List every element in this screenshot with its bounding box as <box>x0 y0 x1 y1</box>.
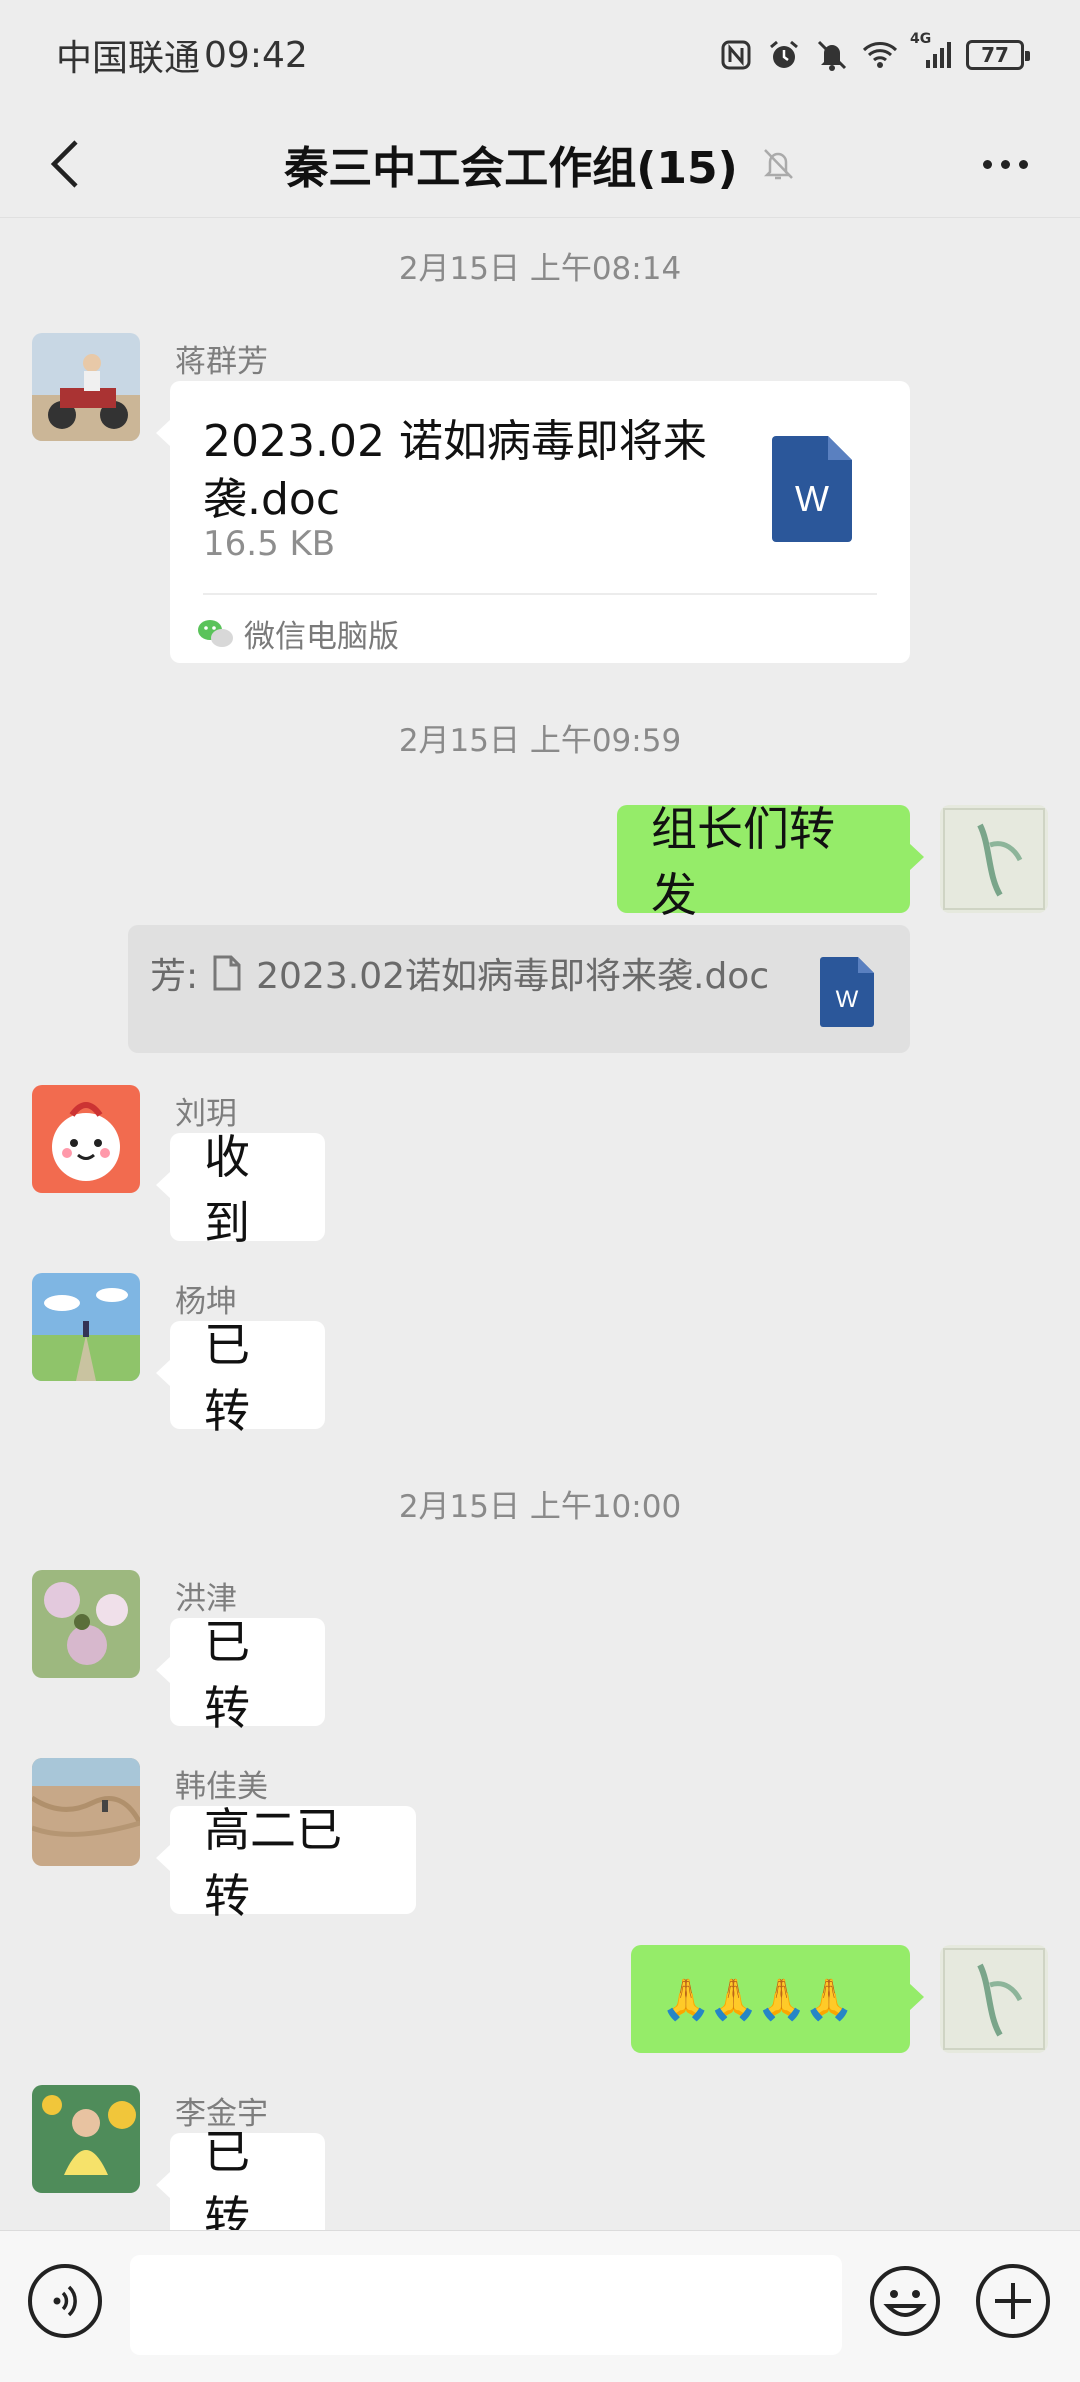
plus-icon <box>995 2283 1031 2319</box>
emoji-button[interactable] <box>868 2264 942 2338</box>
timestamp: 2月15日 上午10:00 <box>398 1489 682 1525</box>
avatar[interactable] <box>32 1085 140 1193</box>
word-doc-icon: W <box>820 957 874 1027</box>
signal-icon: 4G <box>910 31 954 73</box>
svg-text:W: W <box>836 986 859 1013</box>
sender-name: 蒋群芳 <box>175 344 268 380</box>
emoji-icon <box>870 2266 940 2336</box>
message-bubble[interactable]: 收到 <box>156 1130 325 1250</box>
battery-level: 77 <box>981 43 1009 67</box>
wechat-icon <box>198 619 233 647</box>
file-size: 16.5 KB <box>203 524 336 564</box>
quoted-message[interactable]: 芳: 2023.02诺如病毒即将来袭.doc W <box>128 925 910 1053</box>
file-source: 微信电脑版 <box>196 611 399 656</box>
svg-text:W: W <box>795 478 829 519</box>
my-avatar[interactable] <box>940 1945 1048 2053</box>
status-left: 中国联通 09:42 <box>56 29 308 81</box>
file-message-card[interactable]: 2023.02 诺如病毒即将来袭.doc 16.5 KB W 微信电脑版 <box>156 381 910 663</box>
clock: 09:42 <box>204 34 308 76</box>
avatar[interactable] <box>32 2085 140 2193</box>
chat-screen: 中国联通 09:42 4G 77 秦三中工会工作组(15) 2月15日 上午08… <box>0 0 1080 2382</box>
timestamp: 2月15日 上午08:14 <box>398 251 682 287</box>
avatar[interactable] <box>32 1273 140 1381</box>
file-outline-icon <box>213 955 241 991</box>
input-bar <box>0 2230 1080 2382</box>
my-avatar[interactable] <box>940 805 1048 913</box>
mute-icon <box>814 37 850 73</box>
carrier-name: 中国联通 <box>56 38 201 79</box>
voice-button[interactable] <box>28 2264 102 2338</box>
wifi-icon <box>862 37 898 73</box>
chat-title[interactable]: 秦三中工会工作组(15) <box>284 132 795 196</box>
word-doc-icon: W <box>772 436 852 542</box>
message-bubble[interactable]: 已转 <box>156 1318 325 1438</box>
source-label: 微信电脑版 <box>244 619 399 655</box>
bell-off-icon <box>763 148 793 179</box>
quote-text: 芳: 2023.02诺如病毒即将来袭.doc <box>150 947 769 999</box>
nfc-icon <box>718 37 754 73</box>
battery-icon: 77 <box>966 40 1030 70</box>
network-type: 4G <box>910 31 932 47</box>
timestamp: 2月15日 上午09:59 <box>398 723 682 759</box>
my-message-bubble[interactable]: 组长们转发 <box>617 802 924 922</box>
more-dots-icon <box>982 159 992 169</box>
nav-bar: 秦三中工会工作组(15) <box>0 110 1080 218</box>
voice-icon <box>53 2285 77 2317</box>
group-name: 秦三中工会工作组(15) <box>284 142 738 194</box>
avatar[interactable] <box>32 333 140 441</box>
quote-file-name: 2023.02诺如病毒即将来袭.doc <box>256 956 770 997</box>
message-bubble[interactable]: 已转 <box>156 1615 325 1735</box>
plus-button[interactable] <box>976 2264 1050 2338</box>
status-bar: 中国联通 09:42 4G 77 <box>0 0 1080 110</box>
status-icons: 4G 77 <box>718 31 1030 73</box>
divider <box>203 593 877 595</box>
my-message-bubble[interactable]: 🙏🙏🙏🙏 <box>631 1945 924 2053</box>
back-button[interactable] <box>34 134 94 194</box>
quote-prefix: 芳: <box>150 956 199 997</box>
more-button[interactable] <box>970 134 1040 194</box>
alarm-icon <box>766 37 802 73</box>
message-bubble[interactable]: 高二已转 <box>156 1803 416 1923</box>
message-input[interactable] <box>130 2255 842 2355</box>
avatar[interactable] <box>32 1758 140 1866</box>
file-name: 2023.02 诺如病毒即将来袭.doc <box>203 416 707 525</box>
message-bubble[interactable]: 已转 <box>156 2125 325 2245</box>
chevron-left-icon <box>50 140 78 188</box>
avatar[interactable] <box>32 1570 140 1678</box>
